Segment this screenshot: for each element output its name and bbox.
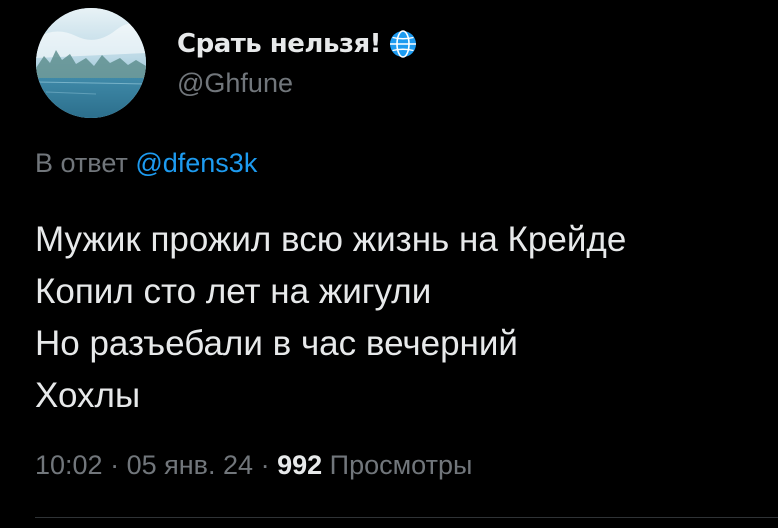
reply-context: В ответ @dfens3k bbox=[35, 148, 257, 179]
tweet-meta: 10:02 · 05 янв. 24 · 992 Просмотры bbox=[35, 450, 472, 481]
tweet-line: Но разъебали в час вечерний bbox=[35, 324, 518, 363]
tweet-line: Хохлы bbox=[35, 376, 141, 415]
author-handle[interactable]: @Ghfune bbox=[177, 68, 293, 99]
author-name-row: Срать нельзя! bbox=[177, 24, 419, 64]
globe-icon[interactable] bbox=[387, 28, 419, 60]
avatar-image bbox=[36, 8, 146, 118]
reply-prefix: В ответ bbox=[35, 148, 128, 178]
meta-separator: · bbox=[110, 450, 120, 480]
tweet-text: Мужик прожил всю жизнь на Крейде Копил с… bbox=[35, 214, 626, 422]
tweet-card: Срать нельзя! @Ghfune В ответ @dfens3k М… bbox=[0, 0, 778, 528]
views-count: 992 bbox=[277, 450, 323, 480]
tweet-date[interactable]: 05 янв. 24 bbox=[127, 450, 253, 480]
meta-separator: · bbox=[260, 450, 270, 480]
divider bbox=[35, 517, 778, 518]
tweet-line: Мужик прожил всю жизнь на Крейде bbox=[35, 220, 627, 259]
views-label: Просмотры bbox=[329, 450, 473, 480]
tweet-time[interactable]: 10:02 bbox=[35, 450, 103, 480]
reply-to-handle-link[interactable]: @dfens3k bbox=[135, 148, 257, 178]
avatar[interactable] bbox=[36, 8, 146, 118]
author-display-name[interactable]: Срать нельзя! bbox=[177, 29, 382, 59]
tweet-line: Копил сто лет на жигули bbox=[35, 272, 432, 311]
